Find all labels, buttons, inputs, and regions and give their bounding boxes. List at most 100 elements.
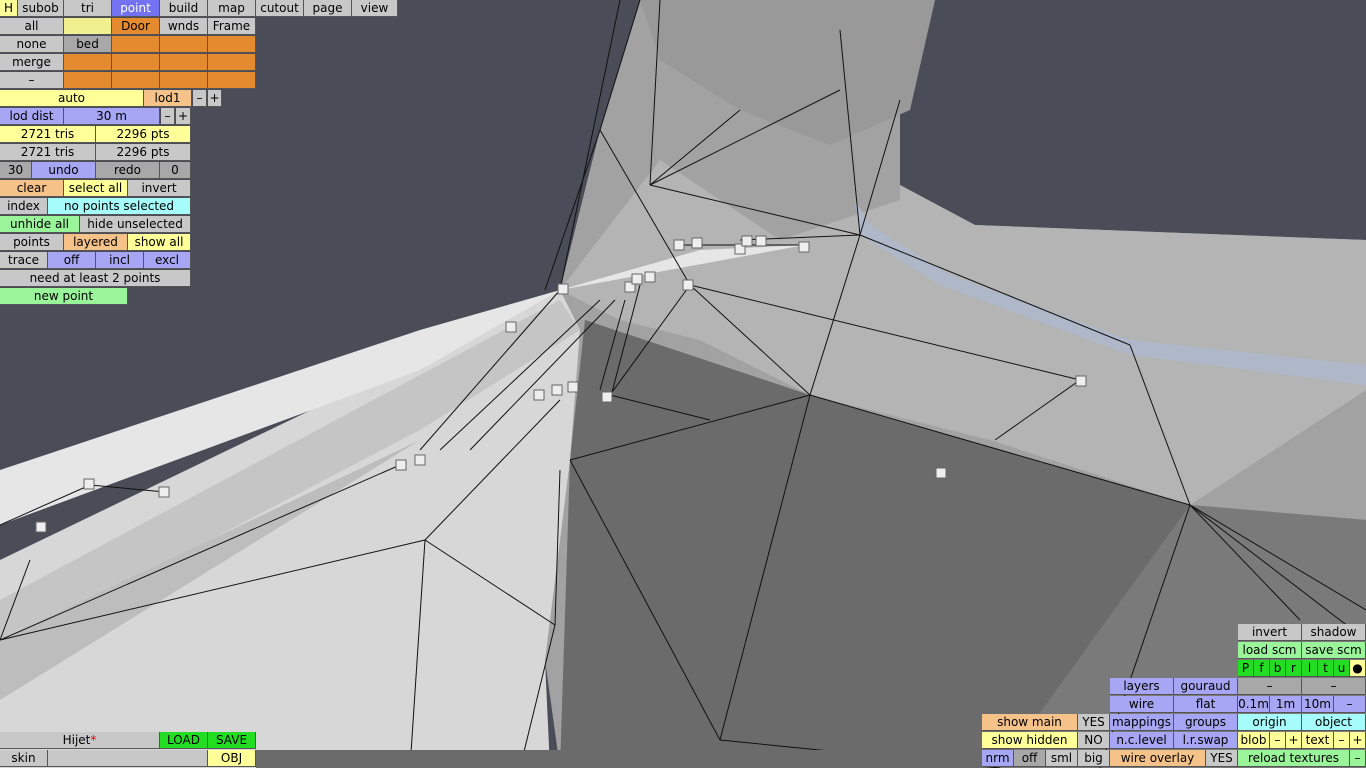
lod-dist-value[interactable]: 30 m xyxy=(64,108,160,125)
reload-textures-button[interactable]: reload textures xyxy=(1238,750,1350,767)
subobj-bed[interactable]: bed xyxy=(64,36,112,53)
point-size-nrm-button[interactable]: nrm xyxy=(982,750,1014,767)
view-dot-icon[interactable]: ● xyxy=(1350,660,1366,677)
wire-button[interactable]: wire xyxy=(1110,696,1174,713)
origin-button[interactable]: origin xyxy=(1238,714,1302,731)
tab-build[interactable]: build xyxy=(160,0,208,17)
grid-0-1m-button[interactable]: 0.1m xyxy=(1238,696,1270,713)
subobj-frame[interactable]: Frame xyxy=(208,18,256,35)
tab-map[interactable]: map xyxy=(208,0,256,17)
undo-button[interactable]: undo xyxy=(32,162,96,179)
subobj-slot[interactable] xyxy=(160,36,208,53)
load-scm-button[interactable]: load scm xyxy=(1238,642,1302,659)
subobj-slot[interactable] xyxy=(112,36,160,53)
redo-button[interactable]: redo xyxy=(96,162,160,179)
object-name-field[interactable]: Hijet* xyxy=(0,732,160,749)
text-button[interactable]: text xyxy=(1302,732,1334,749)
subobj-slot[interactable] xyxy=(160,54,208,71)
subobj-slot-empty[interactable] xyxy=(64,18,112,35)
trace-incl-button[interactable]: incl xyxy=(96,252,144,269)
view-letter-t[interactable]: t xyxy=(1318,660,1334,677)
view-letter-b[interactable]: b xyxy=(1270,660,1286,677)
points-button[interactable]: points xyxy=(0,234,64,251)
shadow-button[interactable]: shadow xyxy=(1302,624,1366,641)
3d-viewport[interactable] xyxy=(0,0,1366,768)
point-size-off-button[interactable]: off xyxy=(1014,750,1046,767)
text-minus-button[interactable]: – xyxy=(1334,732,1350,749)
show-hidden-value[interactable]: NO xyxy=(1078,732,1110,749)
view-letter-u[interactable]: u xyxy=(1334,660,1350,677)
tab-page[interactable]: page xyxy=(304,0,352,17)
subobj-slot[interactable] xyxy=(112,54,160,71)
subobj-slot[interactable] xyxy=(208,36,256,53)
show-main-button[interactable]: show main xyxy=(982,714,1078,731)
view-dash-button[interactable]: – xyxy=(1302,678,1366,695)
flat-button[interactable]: flat xyxy=(1174,696,1238,713)
lod-plus-button[interactable]: + xyxy=(208,90,222,107)
lr-swap-button[interactable]: l.r.swap xyxy=(1174,732,1238,749)
show-hidden-button[interactable]: show hidden xyxy=(982,732,1078,749)
unhide-all-button[interactable]: unhide all xyxy=(0,216,80,233)
grid-1m-button[interactable]: 1m xyxy=(1270,696,1302,713)
gouraud-button[interactable]: gouraud xyxy=(1174,678,1238,695)
tab-cutout[interactable]: cutout xyxy=(256,0,304,17)
skin-name-field[interactable] xyxy=(48,750,208,767)
subobj-dash-button[interactable]: – xyxy=(0,72,64,89)
blob-plus-button[interactable]: + xyxy=(1286,732,1302,749)
trace-button[interactable]: trace xyxy=(0,252,48,269)
blob-button[interactable]: blob xyxy=(1238,732,1270,749)
subobj-slot[interactable] xyxy=(64,54,112,71)
show-main-value[interactable]: YES xyxy=(1078,714,1110,731)
blob-minus-button[interactable]: – xyxy=(1270,732,1286,749)
grid-minus-button[interactable]: – xyxy=(1334,696,1366,713)
load-button[interactable]: LOAD xyxy=(160,732,208,749)
tab-view[interactable]: view xyxy=(352,0,398,17)
trace-excl-button[interactable]: excl xyxy=(144,252,191,269)
subobj-slot[interactable] xyxy=(64,72,112,89)
lod1-button[interactable]: lod1 xyxy=(144,90,192,107)
wire-overlay-button[interactable]: wire overlay xyxy=(1110,750,1206,767)
tab-tri[interactable]: tri xyxy=(64,0,112,17)
lod-minus-button[interactable]: – xyxy=(193,90,207,107)
point-size-sml-button[interactable]: sml xyxy=(1046,750,1078,767)
view-letter-f[interactable]: f xyxy=(1254,660,1270,677)
subobj-all-button[interactable]: all xyxy=(0,18,64,35)
skin-button[interactable]: skin xyxy=(0,750,48,767)
subobj-door[interactable]: Door xyxy=(112,18,160,35)
view-letter-l[interactable]: l xyxy=(1302,660,1318,677)
wire-overlay-value[interactable]: YES xyxy=(1206,750,1238,767)
subobj-wnds[interactable]: wnds xyxy=(160,18,208,35)
lod-auto-button[interactable]: auto xyxy=(0,90,144,107)
subobj-slot[interactable] xyxy=(208,54,256,71)
subobj-merge-button[interactable]: merge xyxy=(0,54,64,71)
save-button[interactable]: SAVE xyxy=(208,732,256,749)
select-all-button[interactable]: select all xyxy=(64,180,128,197)
lod-dist-minus-button[interactable]: – xyxy=(161,108,175,125)
show-all-button[interactable]: show all xyxy=(128,234,191,251)
subobj-slot[interactable] xyxy=(208,72,256,89)
tab-point[interactable]: point xyxy=(112,0,160,17)
save-scm-button[interactable]: save scm xyxy=(1302,642,1366,659)
subobj-slot[interactable] xyxy=(160,72,208,89)
view-dash-button[interactable]: – xyxy=(1238,678,1302,695)
point-size-big-button[interactable]: big xyxy=(1078,750,1110,767)
view-letter-p[interactable]: P xyxy=(1238,660,1254,677)
tab-subob[interactable]: subob xyxy=(18,0,64,17)
nc-level-button[interactable]: n.c.level xyxy=(1110,732,1174,749)
invert-view-button[interactable]: invert xyxy=(1238,624,1302,641)
obj-export-button[interactable]: OBJ xyxy=(208,750,256,767)
subobj-none-button[interactable]: none xyxy=(0,36,64,53)
mappings-button[interactable]: mappings xyxy=(1110,714,1174,731)
text-plus-button[interactable]: + xyxy=(1350,732,1366,749)
subobj-slot[interactable] xyxy=(112,72,160,89)
grid-10m-button[interactable]: 10m xyxy=(1302,696,1334,713)
object-button[interactable]: object xyxy=(1302,714,1366,731)
layered-button[interactable]: layered xyxy=(64,234,128,251)
clear-button[interactable]: clear xyxy=(0,180,64,197)
reload-minus-button[interactable]: – xyxy=(1350,750,1366,767)
hide-unselected-button[interactable]: hide unselected xyxy=(80,216,191,233)
lod-dist-plus-button[interactable]: + xyxy=(176,108,191,125)
layers-button[interactable]: layers xyxy=(1110,678,1174,695)
index-button[interactable]: index xyxy=(0,198,48,215)
new-point-button[interactable]: new point xyxy=(0,288,128,305)
